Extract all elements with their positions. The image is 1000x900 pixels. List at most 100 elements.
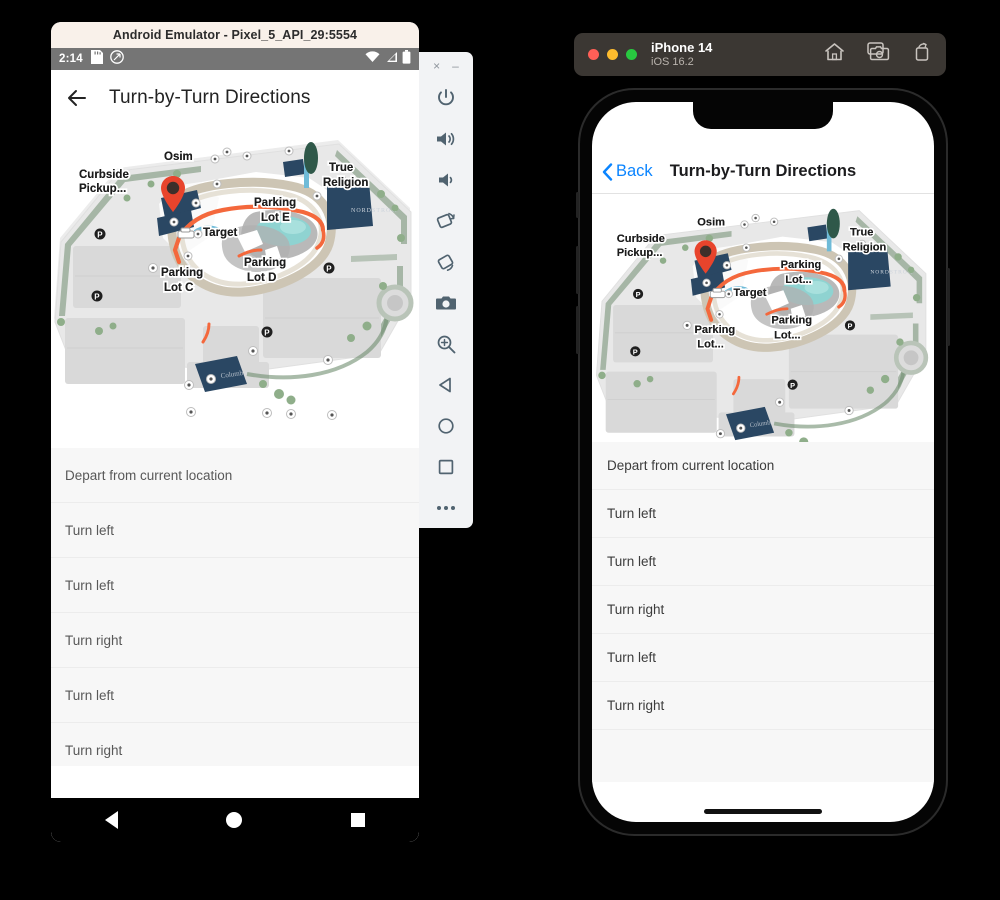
svg-text:NORDSTROM: NORDSTROM — [351, 208, 398, 214]
battery-icon — [402, 49, 411, 69]
android-map-view[interactable]: Columbia NORDSTROM P P P P Osim Osim Cur… — [51, 126, 419, 448]
ios-directions-list[interactable]: Depart from current location Turn left T… — [592, 442, 934, 782]
list-item[interactable]: Depart from current location — [592, 442, 934, 490]
power-button[interactable] — [947, 268, 950, 346]
svg-text:Lot C: Lot C — [164, 282, 193, 294]
zoom-icon[interactable] — [419, 323, 473, 364]
svg-text:Target: Target — [733, 287, 766, 299]
direction-text: Turn right — [65, 632, 123, 648]
close-icon[interactable]: × — [433, 60, 440, 72]
minimize-icon[interactable]: – — [452, 60, 459, 72]
ios-os-version: iOS 16.2 — [651, 55, 694, 68]
android-status-bar: 2:14 — [51, 48, 419, 70]
direction-text: Turn left — [607, 650, 657, 665]
power-icon[interactable] — [419, 78, 473, 119]
volume-down-button[interactable] — [576, 306, 579, 354]
maximize-traffic-light[interactable] — [626, 49, 637, 60]
screenshot-root: Android Emulator - Pixel_5_API_29:5554 2… — [0, 0, 1000, 900]
svg-text:Parking: Parking — [695, 324, 736, 336]
svg-text:Pickup...: Pickup... — [79, 183, 126, 195]
volume-up-button[interactable] — [576, 246, 579, 294]
svg-text:P: P — [264, 329, 270, 338]
svg-text:Lot...: Lot... — [785, 274, 812, 286]
direction-text: Turn right — [65, 742, 123, 758]
rotate-left-icon[interactable] — [419, 201, 473, 242]
svg-text:Parking: Parking — [244, 257, 286, 269]
list-item[interactable]: Turn right — [592, 586, 934, 634]
svg-text:P: P — [847, 322, 852, 331]
ios-map-view[interactable]: Columbia NORDSTROM P P P P Osim Osim Cur… — [592, 194, 934, 442]
direction-text: Turn right — [607, 602, 665, 617]
svg-text:Religion: Religion — [843, 241, 887, 253]
svg-text:P: P — [326, 265, 332, 274]
direction-text: Depart from current location — [607, 458, 775, 473]
back-button[interactable]: Back — [602, 162, 653, 181]
svg-text:Curbside: Curbside — [617, 233, 665, 245]
volume-down-icon[interactable] — [419, 160, 473, 201]
camera-icon[interactable] — [419, 283, 473, 324]
svg-text:Parking: Parking — [254, 197, 296, 209]
overview-icon[interactable] — [419, 446, 473, 487]
mall-map-graphic[interactable]: Columbia NORDSTROM P P P P Osim Osim Cur… — [592, 194, 934, 442]
ios-navigation-bar: Back Turn-by-Turn Directions — [592, 150, 934, 194]
svg-text:NORDSTROM: NORDSTROM — [870, 270, 913, 276]
list-item[interactable]: Turn left — [51, 503, 419, 558]
svg-text:Parking: Parking — [161, 267, 203, 279]
svg-text:Religion: Religion — [323, 177, 368, 189]
list-item[interactable]: Turn left — [592, 490, 934, 538]
window-traffic-lights — [588, 49, 637, 60]
svg-text:Curbside: Curbside — [79, 169, 129, 181]
back-triangle-icon[interactable] — [105, 811, 119, 829]
overview-square-icon[interactable] — [350, 813, 365, 827]
android-window-titlebar: Android Emulator - Pixel_5_API_29:5554 — [51, 22, 419, 48]
rotate-right-icon[interactable] — [419, 242, 473, 283]
page-title: Turn-by-Turn Directions — [109, 86, 311, 108]
minimize-traffic-light[interactable] — [607, 49, 618, 60]
list-item[interactable]: Turn left — [51, 558, 419, 613]
svg-text:Lot...: Lot... — [774, 329, 801, 341]
home-icon[interactable] — [824, 42, 845, 67]
mall-map-graphic[interactable]: Columbia NORDSTROM P P P P Osim Osim Cur… — [51, 126, 419, 448]
svg-text:P: P — [636, 290, 641, 299]
back-arrow-icon[interactable] — [65, 86, 89, 110]
notch — [693, 102, 833, 129]
more-icon[interactable] — [419, 487, 473, 528]
silent-switch[interactable] — [576, 192, 579, 218]
android-window-title: Android Emulator - Pixel_5_API_29:5554 — [112, 28, 358, 42]
wifi-icon — [365, 50, 380, 68]
home-icon[interactable] — [419, 405, 473, 446]
rotate-icon[interactable] — [912, 42, 932, 67]
svg-text:Lot...: Lot... — [697, 339, 724, 351]
svg-text:Target: Target — [203, 227, 237, 239]
svg-text:Lot D: Lot D — [247, 272, 276, 284]
list-item[interactable]: Depart from current location — [51, 448, 419, 503]
list-item[interactable]: Turn right — [51, 723, 419, 766]
screenshot-icon[interactable] — [867, 42, 890, 67]
back-button-label: Back — [616, 162, 653, 180]
list-item[interactable]: Turn left — [592, 634, 934, 682]
back-icon[interactable] — [419, 364, 473, 405]
home-circle-icon[interactable] — [226, 812, 243, 828]
svg-text:Osim: Osim — [697, 216, 725, 228]
svg-text:P: P — [94, 293, 100, 302]
svg-text:Lot E: Lot E — [261, 212, 290, 224]
direction-text: Turn right — [607, 698, 665, 713]
emulator-side-toolbar: × – — [419, 52, 473, 528]
chevron-left-icon — [602, 162, 613, 181]
sd-card-icon — [90, 49, 103, 69]
svg-text:Pickup...: Pickup... — [617, 247, 663, 259]
android-emulator-window: Android Emulator - Pixel_5_API_29:5554 2… — [51, 22, 419, 842]
list-item[interactable]: Turn right — [592, 682, 934, 730]
list-item[interactable]: Turn left — [51, 668, 419, 723]
svg-text:True: True — [329, 162, 353, 174]
home-indicator[interactable] — [704, 809, 822, 814]
svg-text:P: P — [790, 381, 795, 390]
volume-up-icon[interactable] — [419, 119, 473, 160]
list-item[interactable]: Turn right — [51, 613, 419, 668]
android-directions-list[interactable]: Depart from current location Turn left T… — [51, 448, 419, 766]
iphone-14-device-frame: Back Turn-by-Turn Directions Columbia NO… — [576, 88, 950, 836]
close-traffic-light[interactable] — [588, 49, 599, 60]
direction-text: Turn left — [607, 554, 657, 569]
iphone-screen: Back Turn-by-Turn Directions Columbia NO… — [592, 102, 934, 822]
list-item[interactable]: Turn left — [592, 538, 934, 586]
